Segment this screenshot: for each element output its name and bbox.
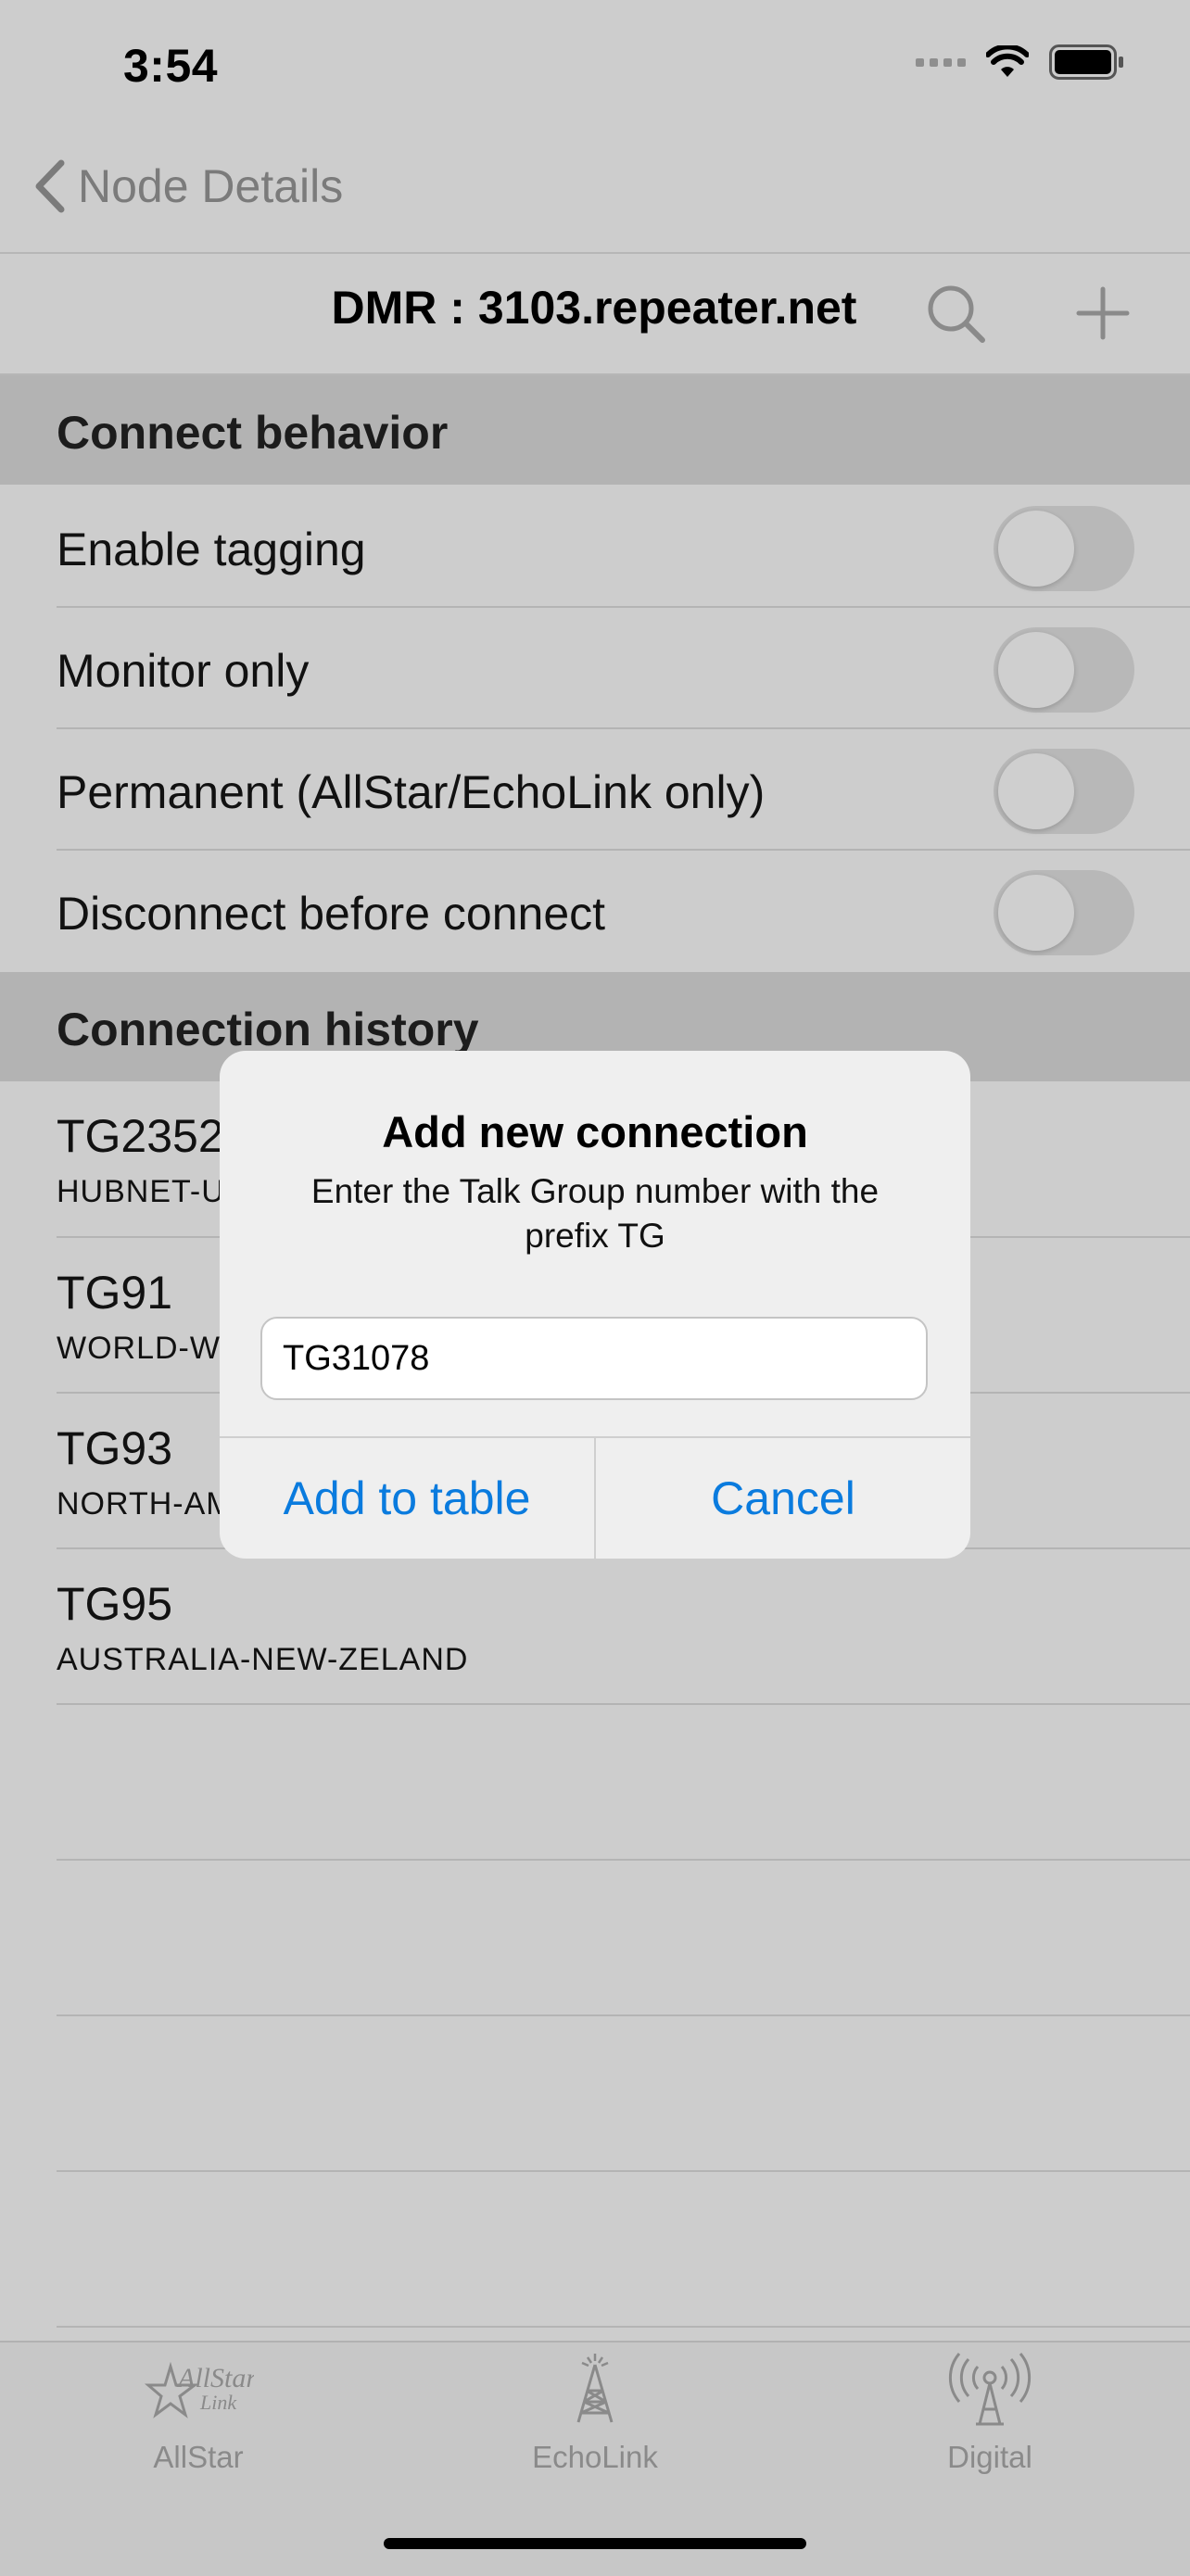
tab-label-digital: Digital <box>947 2440 1032 2474</box>
dialog-message: Enter the Talk Group number with the pre… <box>310 1172 880 1255</box>
talk-group-input[interactable] <box>260 1317 928 1400</box>
row-label-monitor-only: Monitor only <box>57 645 310 697</box>
search-icon[interactable] <box>925 283 988 346</box>
section-title-connect-behavior: Connect behavior <box>57 407 449 459</box>
add-connection-dialog: Add new connection Enter the Talk Group … <box>220 1051 970 1559</box>
chevron-left-icon <box>35 159 65 213</box>
status-icons <box>916 44 1125 80</box>
history-item-subtitle: WORLD-W <box>57 1331 221 1366</box>
tab-echolink[interactable]: EchoLink <box>493 2352 697 2475</box>
history-item-title: TG93 <box>57 1422 173 1474</box>
cancel-button[interactable]: Cancel <box>596 1438 970 1559</box>
row-divider <box>57 2014 1190 2016</box>
row-divider <box>57 849 1190 851</box>
row-divider <box>57 1703 1190 1705</box>
history-item-subtitle: HUBNET-U <box>57 1174 225 1209</box>
battery-icon <box>1049 44 1123 80</box>
tab-label-echolink: EchoLink <box>532 2440 658 2474</box>
tab-digital[interactable]: Digital <box>888 2352 1092 2475</box>
cellular-signal-icon <box>916 57 966 67</box>
history-item-subtitle: NORTH-AM <box>57 1486 234 1522</box>
toggle-monitor-only[interactable] <box>994 627 1134 713</box>
add-to-table-button[interactable]: Add to table <box>220 1438 594 1559</box>
wifi-icon <box>986 45 1029 77</box>
add-icon[interactable] <box>1075 285 1131 341</box>
row-label-disconnect-before-connect: Disconnect before connect <box>57 888 606 940</box>
row-divider <box>57 727 1190 729</box>
toggle-disconnect-before-connect[interactable] <box>994 870 1134 955</box>
row-divider <box>57 606 1190 608</box>
page-title: DMR : 3103.repeater.net <box>331 282 857 334</box>
history-item-title: TG95 <box>57 1578 173 1630</box>
antenna-tower-icon <box>576 2354 614 2423</box>
back-button[interactable]: Node Details <box>33 159 343 213</box>
svg-text:AllStar: AllStar <box>176 2363 254 2393</box>
radio-tower-icon <box>948 2353 1032 2426</box>
toggle-enable-tagging[interactable] <box>994 506 1134 591</box>
dialog-title: Add new connection <box>382 1107 808 1156</box>
home-indicator[interactable] <box>384 2538 806 2549</box>
toggle-permanent[interactable] <box>994 749 1134 834</box>
svg-text:Link: Link <box>199 2391 237 2414</box>
status-time: 3:54 <box>123 40 219 92</box>
tab-allstar[interactable]: AllStar Link AllStar <box>96 2352 300 2475</box>
row-divider <box>57 1859 1190 1861</box>
tab-label-allstar: AllStar <box>153 2440 244 2474</box>
history-item-subtitle: AUSTRALIA-NEW-ZELAND <box>57 1642 469 1677</box>
row-divider <box>57 2326 1190 2328</box>
allstar-logo-icon: AllStar Link <box>144 2361 257 2418</box>
list-item[interactable]: TG95 AUSTRALIA-NEW-ZELAND <box>0 1549 1190 1703</box>
row-divider <box>57 2170 1190 2172</box>
history-item-title: TG2352 <box>57 1110 224 1162</box>
nav-divider <box>0 252 1190 254</box>
row-label-permanent: Permanent (AllStar/EchoLink only) <box>57 766 766 818</box>
row-label-enable-tagging: Enable tagging <box>57 524 366 575</box>
history-item-title: TG91 <box>57 1267 173 1319</box>
section-title-connection-history: Connection history <box>57 1004 479 1055</box>
back-label: Node Details <box>78 160 344 212</box>
